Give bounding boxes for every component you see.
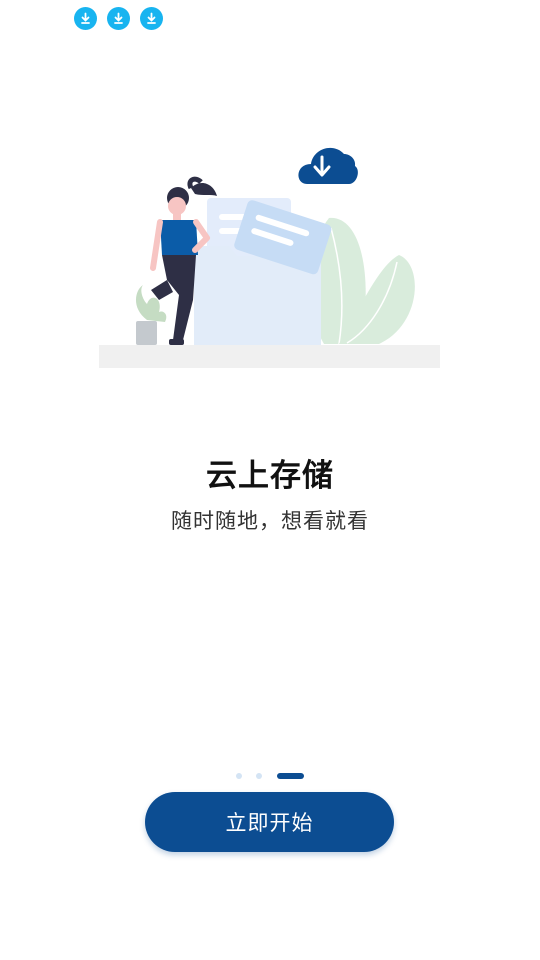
plant-pot bbox=[136, 321, 157, 345]
download-icon bbox=[74, 7, 97, 30]
download-icon bbox=[140, 7, 163, 30]
page-dot bbox=[236, 773, 242, 779]
onboarding-subtitle: 随时随地，想看就看 bbox=[171, 509, 369, 533]
start-now-button[interactable]: 立即开始 bbox=[145, 792, 394, 852]
page-dot bbox=[256, 773, 262, 779]
cloud-download-icon bbox=[298, 147, 358, 184]
floor bbox=[99, 345, 440, 368]
download-icon bbox=[107, 7, 130, 30]
onboarding-title: 云上存储 bbox=[206, 458, 334, 494]
cloud-storage-illustration bbox=[99, 147, 440, 368]
page-dot-active bbox=[277, 773, 304, 779]
page-indicator bbox=[236, 773, 306, 779]
status-bar bbox=[0, 0, 540, 36]
